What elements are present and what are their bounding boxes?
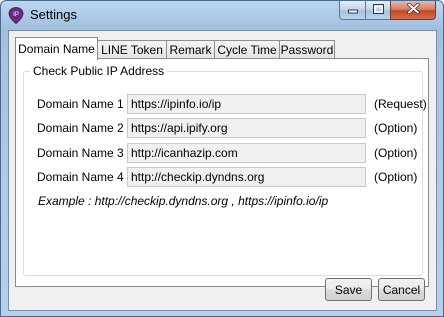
tab-cycle-time[interactable]: Cycle Time [214, 40, 280, 59]
domain-name-4-label: Domain Name 4 : [37, 170, 131, 184]
domain-name-1-field[interactable] [127, 94, 366, 114]
tab-password[interactable]: Password [279, 40, 335, 59]
check-public-ip-group: Check Public IP Address Domain Name 1 : … [23, 64, 427, 276]
domain-name-3-label: Domain Name 3 : [37, 146, 131, 160]
title-bar[interactable]: IP Settings [1, 1, 443, 29]
domain-name-3-field[interactable] [127, 143, 366, 163]
minimize-button[interactable] [339, 1, 366, 20]
dialog-client-area: Domain Name LINE Token Remark Cycle Time… [8, 30, 437, 311]
tab-line-token[interactable]: LINE Token [97, 40, 167, 59]
tab-label: Password [280, 43, 334, 57]
domain-name-2-field[interactable] [127, 118, 366, 138]
tab-panel-domain-name: Check Public IP Address Domain Name 1 : … [15, 58, 429, 287]
tab-domain-name[interactable]: Domain Name [15, 37, 98, 60]
domain-name-2-note: (Option) [374, 121, 418, 135]
maximize-icon [372, 3, 384, 17]
close-icon [406, 2, 420, 17]
maximize-button[interactable] [365, 1, 391, 20]
tab-label: Remark [169, 43, 212, 57]
group-title: Check Public IP Address [30, 64, 168, 78]
save-button[interactable]: Save [325, 278, 372, 301]
cancel-button[interactable]: Cancel [378, 278, 425, 301]
minimize-icon [347, 3, 358, 17]
ip-pin-icon: IP [8, 7, 24, 25]
domain-name-3-note: (Option) [374, 146, 418, 160]
settings-window: IP Settings Domain Name LINE Token Remar… [0, 0, 444, 317]
domain-name-4-note: (Option) [374, 170, 418, 184]
tab-remark[interactable]: Remark [166, 40, 215, 59]
domain-name-1-note: (Request) [374, 97, 427, 111]
tab-label: LINE Token [101, 43, 163, 57]
domain-name-1-label: Domain Name 1 : [37, 97, 131, 111]
svg-text:IP: IP [13, 12, 19, 18]
domain-name-4-field[interactable] [127, 167, 366, 187]
close-button[interactable] [390, 1, 436, 20]
tab-label: Cycle Time [217, 43, 277, 57]
tab-label: Domain Name [18, 42, 95, 56]
window-title: Settings [30, 7, 77, 22]
example-text: Example : http://checkip.dyndns.org , ht… [38, 194, 329, 208]
domain-name-2-label: Domain Name 2 : [37, 121, 131, 135]
